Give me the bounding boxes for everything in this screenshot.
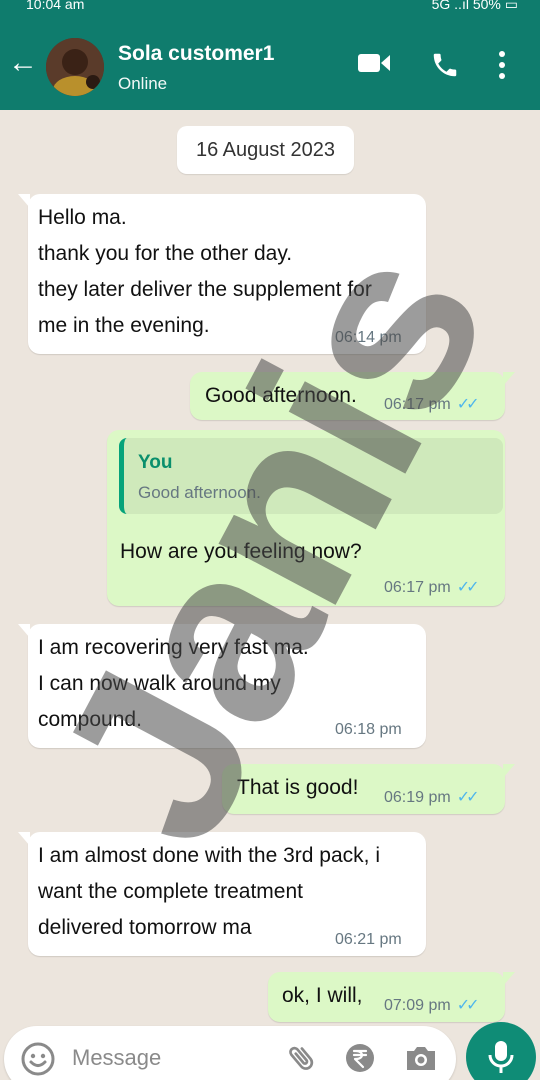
message-text: Hello ma. thank you for the other day. t…	[38, 206, 372, 337]
more-options-icon[interactable]	[498, 50, 506, 85]
quoted-message[interactable]: You Good afternoon.	[119, 438, 503, 514]
battery-icon: ▭	[504, 0, 518, 12]
message-input[interactable]	[72, 1040, 272, 1076]
message-text: How are you feeling now?	[120, 540, 362, 563]
message-text: That is good!	[237, 776, 359, 799]
message-time: 06:14 pm	[335, 329, 402, 346]
attach-icon[interactable]	[286, 1042, 318, 1079]
microphone-icon	[488, 1041, 514, 1073]
message-time: 06:17 pm	[384, 396, 451, 413]
chat-header: ← Sola customer1 Online	[0, 14, 540, 110]
payment-rupee-icon[interactable]	[344, 1042, 376, 1079]
message-time: 06:18 pm	[335, 721, 402, 738]
message-time-status: 06:17 pm ✓✓	[384, 396, 480, 413]
status-indicators: 5G ..ıl 50% ▭	[432, 0, 518, 13]
video-call-icon[interactable]	[358, 52, 390, 79]
status-time: 10:04 am	[26, 0, 85, 12]
message-incoming[interactable]: Hello ma. thank you for the other day. t…	[18, 194, 426, 354]
message-text: ok, I will,	[282, 984, 363, 1007]
message-time-status: 07:09 pm ✓✓	[384, 997, 480, 1014]
emoji-icon[interactable]	[20, 1041, 56, 1080]
quoted-author: You	[138, 452, 173, 473]
message-outgoing[interactable]: ok, I will, 07:09 pm ✓✓	[268, 972, 515, 1022]
read-ticks-icon: ✓✓	[456, 789, 480, 806]
read-ticks-icon: ✓✓	[456, 396, 480, 413]
message-composer	[4, 1026, 456, 1080]
contact-status: Online	[118, 74, 168, 93]
camera-icon[interactable]	[404, 1043, 438, 1078]
voice-call-icon[interactable]	[430, 50, 460, 85]
message-text: I am recovering very fast ma. I can now …	[38, 636, 309, 731]
message-outgoing[interactable]: That is good! 06:19 pm ✓✓	[222, 764, 515, 814]
message-time: 06:21 pm	[335, 931, 402, 948]
avatar[interactable]	[46, 38, 104, 96]
message-time-status: 06:19 pm ✓✓	[384, 789, 480, 806]
message-outgoing-reply[interactable]: You Good afternoon. How are you feeling …	[107, 430, 505, 606]
read-ticks-icon: ✓✓	[456, 997, 480, 1014]
message-incoming[interactable]: I am almost done with the 3rd pack, i wa…	[18, 832, 426, 956]
read-ticks-icon: ✓✓	[456, 579, 480, 596]
message-incoming[interactable]: I am recovering very fast ma. I can now …	[18, 624, 426, 748]
network-label: 5G	[431, 0, 451, 12]
status-bar: 10:04 am 5G ..ıl 50% ▭	[0, 0, 540, 14]
back-arrow-icon[interactable]: ←	[8, 48, 38, 78]
date-separator: 16 August 2023	[177, 126, 354, 174]
battery-label: 50%	[472, 0, 501, 12]
message-text: I am almost done with the 3rd pack, i wa…	[38, 844, 380, 939]
voice-record-button[interactable]	[466, 1022, 536, 1080]
message-time-status: 06:17 pm ✓✓	[384, 579, 480, 596]
signal-icon: ..ıl	[454, 0, 469, 12]
quoted-text: Good afternoon.	[138, 483, 261, 502]
message-text: Good afternoon.	[205, 384, 357, 407]
message-time: 06:19 pm	[384, 789, 451, 806]
message-time: 07:09 pm	[384, 997, 451, 1014]
message-outgoing[interactable]: Good afternoon. 06:17 pm ✓✓	[190, 372, 515, 420]
contact-name[interactable]: Sola customer1	[118, 42, 274, 66]
message-time: 06:17 pm	[384, 579, 451, 596]
